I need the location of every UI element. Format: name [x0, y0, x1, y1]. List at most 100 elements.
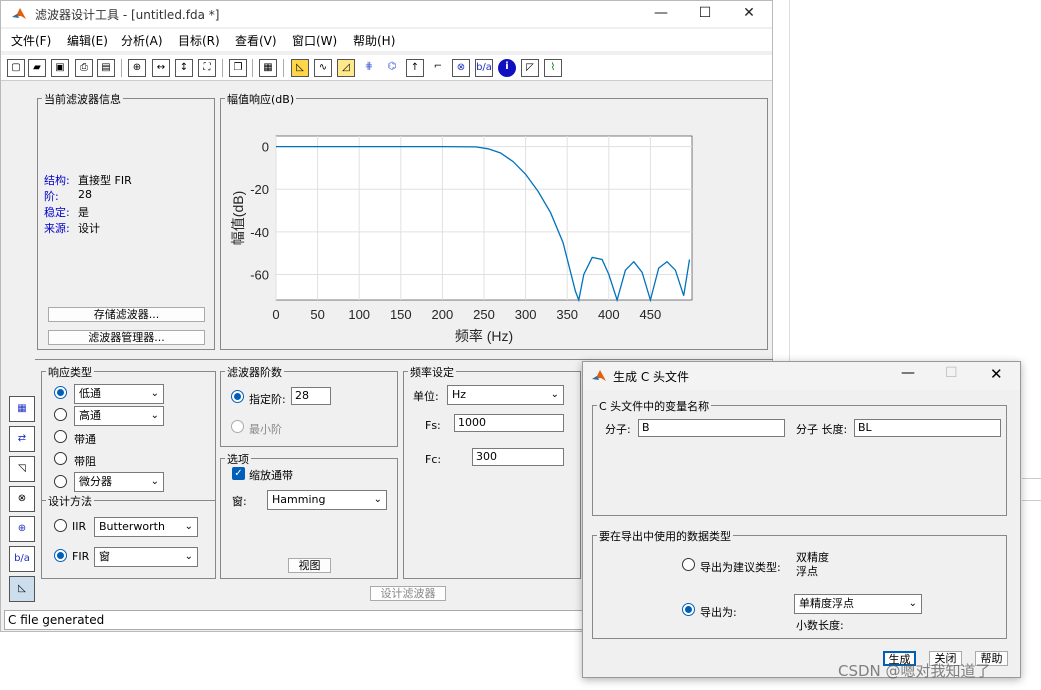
- design-filter-button[interactable]: 设计滤波器: [370, 586, 446, 601]
- x-tick-label: 350: [556, 307, 578, 322]
- step-icon[interactable]: ⌐: [429, 59, 447, 77]
- close-button[interactable]: ✕: [727, 3, 771, 23]
- menu-targets[interactable]: 目标(R): [178, 32, 220, 49]
- import-filter-icon[interactable]: ⊕: [9, 516, 35, 542]
- pole-zero-icon[interactable]: ⊗: [452, 59, 470, 77]
- magnitude-icon[interactable]: ◺: [291, 59, 309, 77]
- export-as-radio[interactable]: [682, 603, 695, 616]
- source-label: 来源:: [44, 222, 70, 235]
- export-suggested-radio[interactable]: [682, 558, 695, 571]
- legend-icon[interactable]: ▦: [259, 59, 277, 77]
- menu-view[interactable]: 查看(V): [235, 32, 277, 49]
- x-tick-label: 100: [348, 307, 370, 322]
- x-axis-label: 频率 (Hz): [455, 328, 513, 344]
- x-tick-label: 450: [640, 307, 662, 322]
- iir-type-select[interactable]: Butterworth ⌄: [94, 517, 198, 537]
- bandpass-radio[interactable]: [54, 430, 67, 443]
- impulse-icon[interactable]: ↑: [406, 59, 424, 77]
- zoom-x-icon[interactable]: ↔: [152, 59, 170, 77]
- numerator-input[interactable]: B: [638, 419, 785, 437]
- order-input[interactable]: 28: [291, 387, 331, 405]
- fir-radio[interactable]: [54, 549, 67, 562]
- window-select[interactable]: Hamming ⌄: [267, 490, 387, 510]
- cost-icon[interactable]: ◸: [521, 59, 539, 77]
- highpass-radio[interactable]: [54, 408, 67, 421]
- phase-delay-icon[interactable]: ⌬: [383, 59, 401, 77]
- bandstop-label: 带阻: [74, 455, 96, 468]
- x-tick-label: 50: [310, 307, 324, 322]
- pole-zero-editor-icon[interactable]: ⊗: [9, 486, 35, 512]
- bandstop-radio[interactable]: [54, 452, 67, 465]
- specify-order-radio[interactable]: [231, 390, 244, 403]
- fs-input[interactable]: 1000: [454, 414, 564, 432]
- menu-analysis[interactable]: 分析(A): [121, 32, 163, 49]
- dialog-title-bar: 生成 C 头文件 — ☐ ✕: [583, 362, 1020, 390]
- csdn-watermark: CSDN @嗯对我知道了: [838, 662, 991, 680]
- differentiator-select[interactable]: 微分器 ⌄: [74, 472, 164, 492]
- design-filter-icon[interactable]: ▦: [9, 396, 35, 422]
- save-icon[interactable]: ▣: [51, 59, 69, 77]
- maximize-button[interactable]: ☐: [683, 3, 727, 23]
- coeffs-icon[interactable]: b/a: [475, 59, 493, 77]
- store-filter-button[interactable]: 存储滤波器...: [48, 307, 205, 322]
- close-button[interactable]: ✕: [990, 365, 1003, 383]
- print-preview-icon[interactable]: ▤: [97, 59, 115, 77]
- units-select[interactable]: Hz ⌄: [447, 385, 564, 405]
- filter-order-panel: 滤波器阶数 指定阶: 28 最小阶: [220, 364, 398, 447]
- filter-manager-button[interactable]: 滤波器管理器...: [48, 330, 205, 345]
- fir-type-select[interactable]: 窗 ⌄: [94, 547, 198, 567]
- differentiator-radio[interactable]: [54, 475, 67, 488]
- numerator-length-input[interactable]: BL: [854, 419, 1001, 437]
- export-type-select[interactable]: 单精度浮点 ⌄: [794, 594, 922, 614]
- menu-edit[interactable]: 编辑(E): [67, 32, 108, 49]
- menu-window[interactable]: 窗口(W): [292, 32, 337, 49]
- magnitude-chart[interactable]: 0 50 100 150 200 250 300 350 400 450 0 -20 -40 -60 频率 …: [221, 99, 767, 349]
- fc-input[interactable]: 300: [472, 448, 564, 466]
- suggested-type-line2: 浮点: [796, 565, 818, 578]
- menu-bar: 文件(F) 编辑(E) 分析(A) 目标(R) 查看(V) 窗口(W) 帮助(H…: [1, 29, 772, 51]
- background-divider: [789, 0, 790, 362]
- phase-icon[interactable]: ∿: [314, 59, 332, 77]
- lowpass-select[interactable]: 低通 ⌄: [74, 384, 164, 404]
- variable-names-group: C 头文件中的变量名称 分子: B 分子 长度: BL: [592, 398, 1007, 516]
- open-icon[interactable]: ▰: [28, 59, 46, 77]
- menu-help[interactable]: 帮助(H): [353, 32, 395, 49]
- magnitude-estimate-icon[interactable]: ⌇: [544, 59, 562, 77]
- numerator-length-label: 分子 长度:: [796, 423, 848, 436]
- transform-filter-icon[interactable]: ⇄: [9, 426, 35, 452]
- view-button[interactable]: 视图: [288, 558, 331, 573]
- x-tick-label: 250: [473, 307, 495, 322]
- print-icon[interactable]: ⎙: [75, 59, 93, 77]
- options-panel: 选项 ✓ 缩放通带 窗: Hamming ⌄ 视图: [220, 451, 398, 579]
- panel-title: 选项: [225, 451, 251, 467]
- minimize-button[interactable]: —: [639, 3, 683, 23]
- export-as-label: 导出为:: [700, 606, 737, 619]
- scale-passband-checkbox[interactable]: ✓: [232, 467, 245, 480]
- background-divider: [1022, 478, 1041, 479]
- iir-radio[interactable]: [54, 519, 67, 532]
- minimum-order-radio[interactable]: [231, 420, 244, 433]
- menu-file[interactable]: 文件(F): [11, 32, 51, 49]
- zoom-in-icon[interactable]: ⊕: [128, 59, 146, 77]
- lowpass-radio[interactable]: [54, 386, 67, 399]
- chevron-down-icon: ⌄: [373, 494, 382, 505]
- maximize-button[interactable]: ☐: [945, 365, 958, 381]
- group-delay-icon[interactable]: ⋕: [360, 59, 378, 77]
- y-tick-label: -60: [250, 267, 269, 282]
- order-value: 28: [78, 188, 92, 201]
- panel-title: 滤波器阶数: [225, 364, 284, 380]
- fraction-length-label: 小数长度:: [796, 619, 844, 632]
- mag-phase-icon[interactable]: ◿: [337, 59, 355, 77]
- zoom-y-icon[interactable]: ↕: [175, 59, 193, 77]
- panel-title: 当前滤波器信息: [42, 91, 123, 107]
- new-icon[interactable]: ▢: [7, 59, 25, 77]
- design-panel-icon[interactable]: ◺: [9, 576, 35, 602]
- highpass-select[interactable]: 高通 ⌄: [74, 406, 164, 426]
- info-icon[interactable]: i: [498, 59, 516, 77]
- units-label: 单位:: [413, 390, 439, 403]
- full-view-icon[interactable]: ⛶: [198, 59, 216, 77]
- create-multirate-icon[interactable]: ◹: [9, 456, 35, 482]
- realize-model-icon[interactable]: b/a: [9, 546, 35, 572]
- new-window-icon[interactable]: ❐: [229, 59, 247, 77]
- minimize-button[interactable]: —: [901, 365, 915, 381]
